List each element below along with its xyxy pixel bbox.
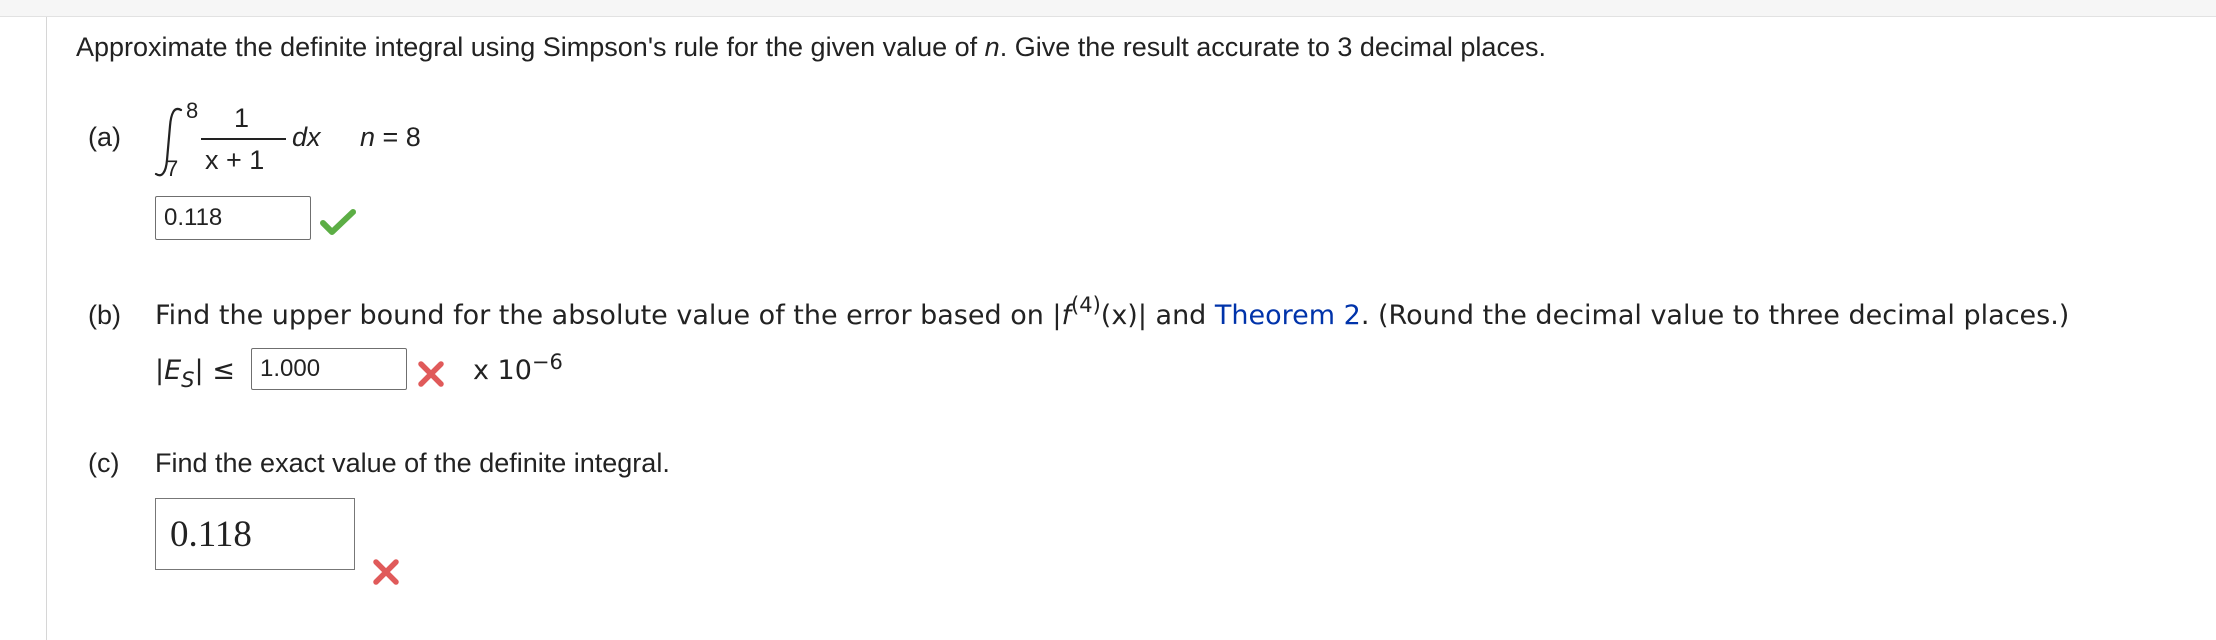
part-b-text-after: . (Round the decimal value to three deci… <box>1360 300 2070 331</box>
left-divider <box>46 17 47 640</box>
n-var: n <box>360 122 376 152</box>
times-ten: x 10 <box>473 355 532 386</box>
integral-upper-limit: 8 <box>186 98 199 123</box>
fraction-bar <box>201 138 286 140</box>
instructions-n-var: n <box>984 32 1000 62</box>
es-open: | <box>155 355 165 386</box>
f-of-x: (x)| and <box>1100 300 1215 331</box>
integral-lower-limit: 7 <box>166 156 179 181</box>
part-b-question: Find the upper bound for the absolute va… <box>155 295 2070 331</box>
es-e: E <box>164 355 182 386</box>
instructions-text-2: . Give the result accurate to 3 decimal … <box>999 32 1546 62</box>
instructions: Approximate the definite integral using … <box>76 34 1546 61</box>
fraction-denominator: x + 1 <box>205 145 265 175</box>
x-mark-icon <box>418 361 444 387</box>
checkmark-icon <box>320 209 356 235</box>
es-subscript: S <box>181 368 195 392</box>
answer-b-input[interactable]: 1.000 <box>251 348 407 390</box>
part-c-label: (c) <box>88 448 120 478</box>
derivative-order: (4) <box>1071 293 1101 317</box>
es-close: | ≤ <box>194 355 235 386</box>
part-b-text-before: Find the upper bound for the absolute va… <box>155 300 1062 331</box>
f-symbol: f <box>1061 300 1072 331</box>
question-page: Approximate the definite integral using … <box>0 0 2216 640</box>
error-bound-label: |ES| ≤ <box>155 355 235 391</box>
n-equals: = 8 <box>375 122 421 152</box>
dx-label: dx <box>292 122 321 152</box>
part-c-question: Find the exact value of the definite int… <box>155 448 670 478</box>
theorem-2-link[interactable]: Theorem 2 <box>1215 300 1361 331</box>
fraction-numerator: 1 <box>234 103 250 133</box>
scientific-notation: x 10−6 <box>473 352 563 386</box>
answer-a-input[interactable]: 0.118 <box>155 196 311 240</box>
part-b-label: (b) <box>88 300 121 330</box>
part-a-label: (a) <box>88 122 121 152</box>
exponent: −6 <box>531 350 563 374</box>
instructions-text-1: Approximate the definite integral using … <box>76 32 985 62</box>
answer-c-input[interactable]: 0.118 <box>155 498 355 570</box>
top-divider <box>0 0 2216 17</box>
x-mark-icon <box>373 559 399 585</box>
n-value: n = 8 <box>360 124 421 151</box>
